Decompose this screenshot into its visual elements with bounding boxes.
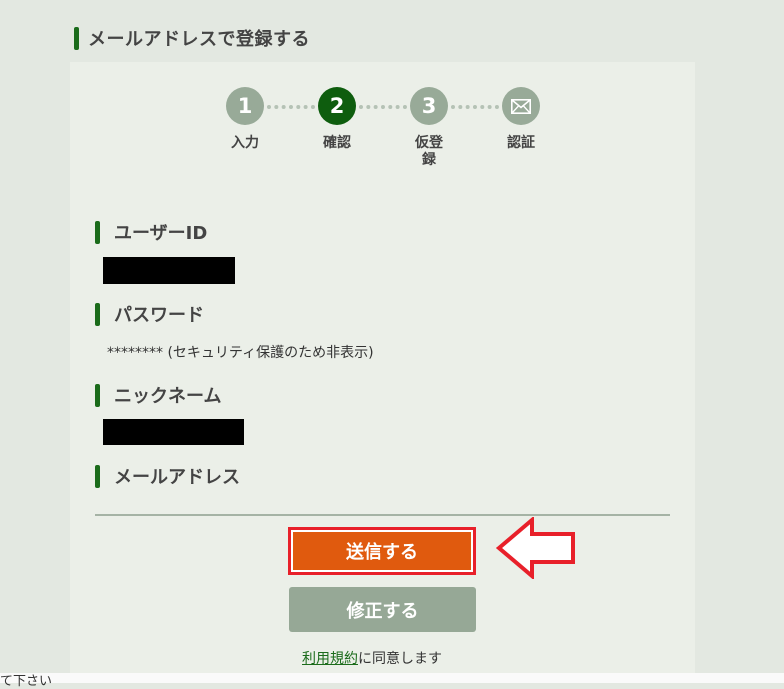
bottom-strip: て下さい	[0, 673, 784, 688]
partial-text: て下さい	[0, 674, 53, 689]
terms-agreement: 利用規約に同意します	[302, 648, 442, 668]
send-button[interactable]: 送信する	[293, 532, 471, 570]
step-label: 認証	[507, 135, 535, 151]
field-accent-bar	[95, 220, 100, 244]
registration-confirm-panel: 1 入力 2 確認 3 仮登録 認証 ユーザーID パスワード ********…	[70, 62, 695, 683]
step-connector	[267, 105, 315, 113]
step-number: 1	[226, 87, 264, 125]
step-number: 3	[410, 87, 448, 125]
send-button-highlight: 送信する	[288, 527, 476, 575]
user-id-value-redacted	[103, 257, 235, 284]
fix-button[interactable]: 修正する	[289, 587, 476, 632]
step-input: 1 入力	[225, 87, 265, 152]
progress-steps: 1 入力 2 確認 3 仮登録 認証	[225, 87, 545, 177]
annotation-arrow-icon	[496, 517, 575, 579]
step-label: 確認	[323, 135, 351, 151]
nickname-value-redacted	[103, 419, 244, 445]
password-label: パスワード	[95, 302, 204, 326]
envelope-icon	[502, 87, 540, 125]
step-connector	[451, 105, 499, 113]
field-accent-bar	[95, 464, 100, 488]
page-heading: メールアドレスで登録する	[74, 25, 310, 51]
step-connector	[359, 105, 407, 113]
heading-accent-bar	[74, 26, 79, 50]
nickname-label: ニックネーム	[95, 383, 221, 407]
step-number: 2	[318, 87, 356, 125]
field-accent-bar	[95, 302, 100, 326]
step-confirm: 2 確認	[317, 87, 357, 152]
step-label: 入力	[231, 135, 259, 151]
terms-suffix: に同意します	[358, 651, 442, 667]
password-value: ******** (セキュリティ保護のため非表示)	[107, 345, 374, 361]
user-id-label: ユーザーID	[95, 220, 207, 244]
page-title: メールアドレスで登録する	[88, 29, 310, 50]
step-verify: 認証	[501, 87, 541, 152]
terms-link[interactable]: 利用規約	[302, 651, 358, 667]
step-label: 仮登録	[415, 135, 443, 168]
field-accent-bar	[95, 383, 100, 407]
step-provisional: 3 仮登録	[409, 87, 449, 169]
divider	[95, 514, 670, 516]
email-label: メールアドレス	[95, 464, 240, 488]
